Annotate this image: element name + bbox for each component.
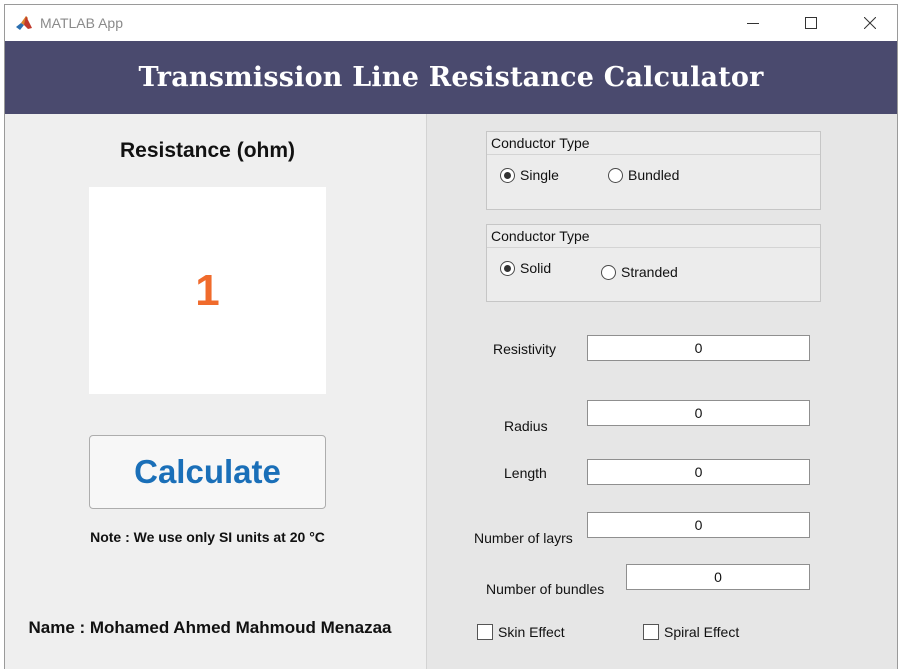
- radio-stranded[interactable]: Stranded: [601, 264, 678, 280]
- radius-input[interactable]: 0: [587, 400, 810, 426]
- length-input[interactable]: 0: [587, 459, 810, 485]
- radio-selected-icon: [500, 167, 515, 183]
- resistance-label: Resistance (ohm): [119, 139, 296, 162]
- units-note: Note : We use only SI units at 20 °C: [90, 529, 325, 545]
- right-panel: Conductor Type Single Bundled Conductor …: [427, 114, 897, 669]
- resistivity-input[interactable]: 0: [587, 335, 810, 361]
- radio-label: Bundled: [628, 167, 680, 183]
- radio-single[interactable]: Single: [500, 167, 559, 183]
- left-panel: Resistance (ohm) 1 Calculate Note : We u…: [5, 114, 426, 669]
- skin-effect-checkbox[interactable]: Skin Effect: [477, 624, 565, 640]
- close-button[interactable]: [841, 5, 897, 41]
- bundles-label: Number of bundles: [486, 581, 605, 597]
- header-banner: Transmission Line Resistance Calculator: [5, 41, 897, 114]
- minimize-button[interactable]: [724, 5, 782, 41]
- title-bar: MATLAB App: [5, 5, 897, 41]
- resistance-value: 1: [195, 265, 220, 315]
- layers-input[interactable]: 0: [587, 512, 810, 538]
- group-title: Conductor Type: [487, 132, 820, 155]
- radio-unselected-icon: [601, 264, 616, 280]
- checkbox-label: Skin Effect: [498, 624, 565, 640]
- radio-label: Solid: [520, 260, 552, 276]
- radio-unselected-icon: [608, 167, 623, 183]
- radio-bundled[interactable]: Bundled: [608, 167, 679, 183]
- radius-label: Radius: [504, 418, 548, 434]
- radio-solid[interactable]: Solid: [500, 260, 551, 276]
- close-icon: [864, 17, 876, 29]
- conductor-type-group-2: Conductor Type Solid Stranded: [486, 224, 821, 302]
- bundles-input[interactable]: 0: [626, 564, 810, 590]
- checkbox-icon: [643, 624, 659, 640]
- spiral-effect-checkbox[interactable]: Spiral Effect: [643, 624, 739, 640]
- matlab-logo-icon: [15, 14, 33, 32]
- maximize-button[interactable]: [782, 5, 840, 41]
- resistance-display: 1: [89, 187, 326, 394]
- window-title: MATLAB App: [40, 15, 124, 31]
- conductor-type-group-1: Conductor Type Single Bundled: [486, 131, 821, 210]
- length-label: Length: [504, 465, 547, 481]
- author-name: Name : Mohamed Ahmed Mahmoud Menazaa: [28, 618, 392, 637]
- app-heading: Transmission Line Resistance Calculator: [138, 62, 764, 93]
- checkbox-label: Spiral Effect: [664, 624, 740, 640]
- radio-label: Stranded: [621, 264, 678, 280]
- layers-label: Number of layrs: [474, 530, 573, 546]
- minimize-icon: [747, 23, 759, 24]
- radio-selected-icon: [500, 260, 515, 276]
- radio-label: Single: [520, 167, 559, 183]
- maximize-icon: [805, 17, 817, 29]
- resistivity-label: Resistivity: [493, 341, 557, 357]
- app-window: MATLAB App Transmission Line Resistance …: [4, 4, 898, 669]
- group-title: Conductor Type: [487, 225, 820, 248]
- checkbox-icon: [477, 624, 493, 640]
- calculate-button[interactable]: Calculate: [89, 435, 326, 509]
